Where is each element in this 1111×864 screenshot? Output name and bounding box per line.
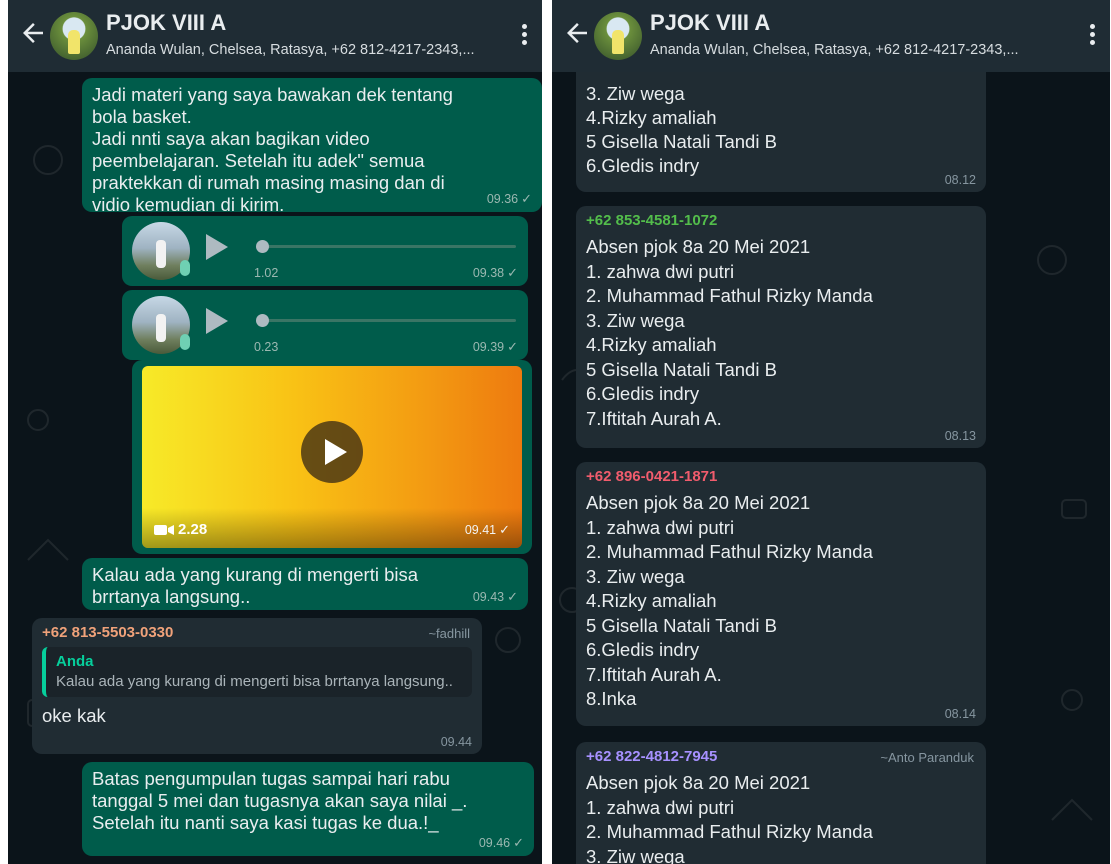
video-camera-icon <box>154 525 174 536</box>
incoming-reply-message[interactable]: +62 813-5503-0330 ~fadhill Anda Kalau ad… <box>32 618 482 754</box>
audio-scrubber-handle[interactable] <box>256 240 269 253</box>
message-time: 08.13 <box>944 429 976 443</box>
check-icon: ✓ <box>513 835 524 850</box>
quoted-message[interactable]: Anda Kalau ada yang kurang di mengerti b… <box>42 647 472 697</box>
message-time: 09.46 ✓ <box>478 835 524 850</box>
message-text: Jadi materi yang saya bawakan dek tentan… <box>92 84 453 215</box>
audio-duration: 1.02 <box>254 266 279 280</box>
group-avatar[interactable] <box>50 12 98 60</box>
microphone-icon <box>180 260 190 276</box>
sender-alias: ~fadhill <box>428 626 470 641</box>
chat-header: PJOK VIII A Ananda Wulan, Chelsea, Ratas… <box>8 0 542 72</box>
audio-progress-track[interactable] <box>262 245 516 248</box>
play-icon[interactable] <box>206 234 228 260</box>
outgoing-message[interactable]: Batas pengumpulan tugas sampai hari rabu… <box>82 762 534 856</box>
arrow-left-icon[interactable] <box>18 18 48 48</box>
chat-header: PJOK VIII A Ananda Wulan, Chelsea, Ratas… <box>552 0 1110 72</box>
message-time: 09.41 ✓ <box>464 522 510 537</box>
microphone-icon <box>180 334 190 350</box>
message-text: Batas pengumpulan tugas sampai hari rabu… <box>92 768 468 833</box>
voice-message[interactable]: 0.23 09.39 ✓ <box>122 290 528 360</box>
outgoing-message[interactable]: Jadi materi yang saya bawakan dek tentan… <box>82 78 542 215</box>
play-icon[interactable] <box>206 308 228 334</box>
incoming-message[interactable]: +62 822-4812-7945 ~Anto Paranduk Absen p… <box>576 742 986 864</box>
incoming-message[interactable]: +62 853-4581-1072 Absen pjok 8a 20 Mei 2… <box>576 206 986 448</box>
chat-panel-right: PJOK VIII A Ananda Wulan, Chelsea, Ratas… <box>552 0 1110 864</box>
sender-phone[interactable]: +62 853-4581-1072 <box>586 212 976 229</box>
message-text: oke kak <box>42 705 106 726</box>
check-icon: ✓ <box>507 589 518 604</box>
check-icon: ✓ <box>507 339 518 354</box>
check-icon: ✓ <box>507 265 518 280</box>
message-text: Absen pjok 8a 20 Mei 2021 1. zahwa dwi p… <box>586 236 873 429</box>
message-text: 3. Ziw wega 4.Rizky amaliah 5 Gisella Na… <box>586 83 777 176</box>
audio-duration: 0.23 <box>254 340 279 354</box>
audio-progress-track[interactable] <box>262 319 516 322</box>
incoming-message[interactable]: 3. Ziw wega 4.Rizky amaliah 5 Gisella Na… <box>576 62 986 192</box>
message-time: 09.39 ✓ <box>472 339 518 354</box>
sender-phone[interactable]: +62 896-0421-1871 <box>586 468 976 485</box>
quoted-text: Kalau ada yang kurang di mengerti bisa b… <box>56 673 453 690</box>
message-text: Kalau ada yang kurang di mengerti bisa b… <box>92 564 419 607</box>
video-thumbnail[interactable]: 2.28 09.41 ✓ <box>142 366 522 548</box>
message-time: 09.43 ✓ <box>472 589 518 604</box>
video-duration: 2.28 <box>154 521 207 538</box>
message-time: 09.44 <box>440 735 472 749</box>
chat-panel-left: PJOK VIII A Ananda Wulan, Chelsea, Ratas… <box>8 0 542 864</box>
message-time: 08.14 <box>944 707 976 721</box>
group-title[interactable]: PJOK VIII A <box>650 10 770 36</box>
group-avatar[interactable] <box>594 12 642 60</box>
play-circle-icon[interactable] <box>301 421 363 483</box>
more-vertical-icon[interactable] <box>522 24 528 46</box>
outgoing-message[interactable]: Kalau ada yang kurang di mengerti bisa b… <box>82 558 528 610</box>
message-time: 09.36 ✓ <box>486 191 532 206</box>
check-icon: ✓ <box>521 191 532 206</box>
quoted-sender: Anda <box>56 653 94 670</box>
group-members[interactable]: Ananda Wulan, Chelsea, Ratasya, +62 812-… <box>650 42 1080 58</box>
message-time: 09.38 ✓ <box>472 265 518 280</box>
sender-phone[interactable]: +62 813-5503-0330 <box>42 624 472 641</box>
voice-message[interactable]: 1.02 09.38 ✓ <box>122 216 528 286</box>
sender-alias: ~Anto Paranduk <box>880 750 974 765</box>
check-icon: ✓ <box>499 522 510 537</box>
group-title[interactable]: PJOK VIII A <box>106 10 226 36</box>
message-time: 08.12 <box>944 173 976 187</box>
more-vertical-icon[interactable] <box>1090 24 1096 46</box>
arrow-left-icon[interactable] <box>562 18 592 48</box>
video-message[interactable]: 2.28 09.41 ✓ <box>132 360 532 554</box>
message-text: Absen pjok 8a 20 Mei 2021 1. zahwa dwi p… <box>586 492 873 709</box>
incoming-message[interactable]: +62 896-0421-1871 Absen pjok 8a 20 Mei 2… <box>576 462 986 726</box>
audio-scrubber-handle[interactable] <box>256 314 269 327</box>
group-members[interactable]: Ananda Wulan, Chelsea, Ratasya, +62 812-… <box>106 42 516 58</box>
message-text: Absen pjok 8a 20 Mei 2021 1. zahwa dwi p… <box>586 772 873 864</box>
